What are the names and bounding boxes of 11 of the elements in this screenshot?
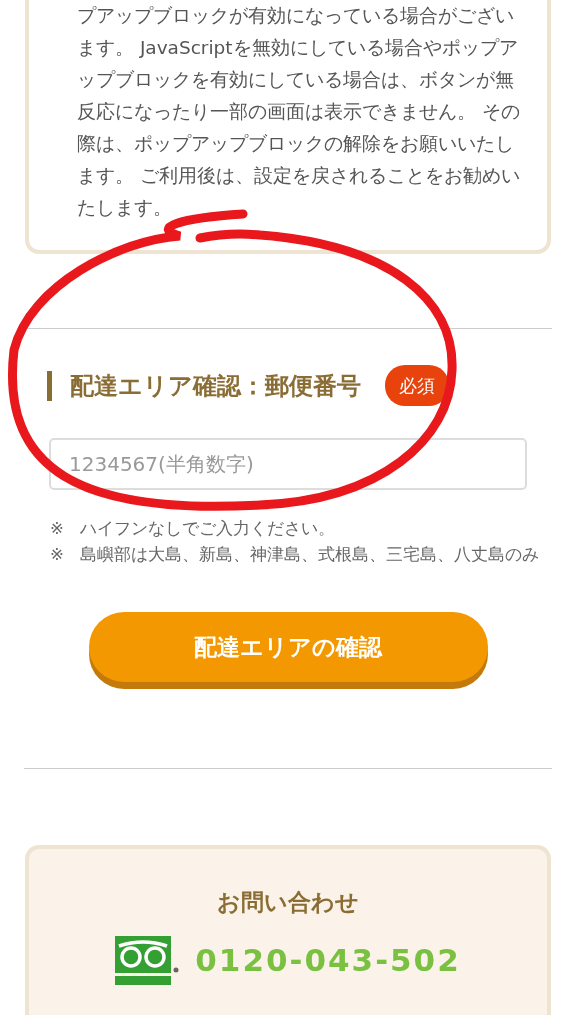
phone-number: 0120-043-502 (195, 941, 461, 981)
contact-title: お問い合わせ (216, 888, 360, 917)
required-badge: 必須 (385, 365, 449, 406)
section-heading: 配達エリア確認：郵便番号 (47, 370, 361, 401)
note-text: ハイフンなしでご入力ください。 (79, 518, 335, 540)
notice-paragraph: プアップブロックが有効になっている場合がございます。 JavaScriptを無効にしている場合やポップアップブロックを有効にしている場合は、ボタンが無反応になったり一部の画面は表示できません。 その際は、ポップアップブロックの解除をお願いいたします。 ご利用後は、設定を戻されることをお勧めいたします。 (77, 4, 521, 220)
note-text: 島嶼部は大島、新島、神津島、式根島、三宅島、八丈島のみ (79, 544, 539, 566)
free-dial-icon (115, 935, 180, 986)
note-mark: ※ (50, 518, 64, 540)
postal-code-field[interactable]: 1234567(半角数字) (49, 438, 527, 490)
note-mark: ※ (50, 544, 64, 566)
